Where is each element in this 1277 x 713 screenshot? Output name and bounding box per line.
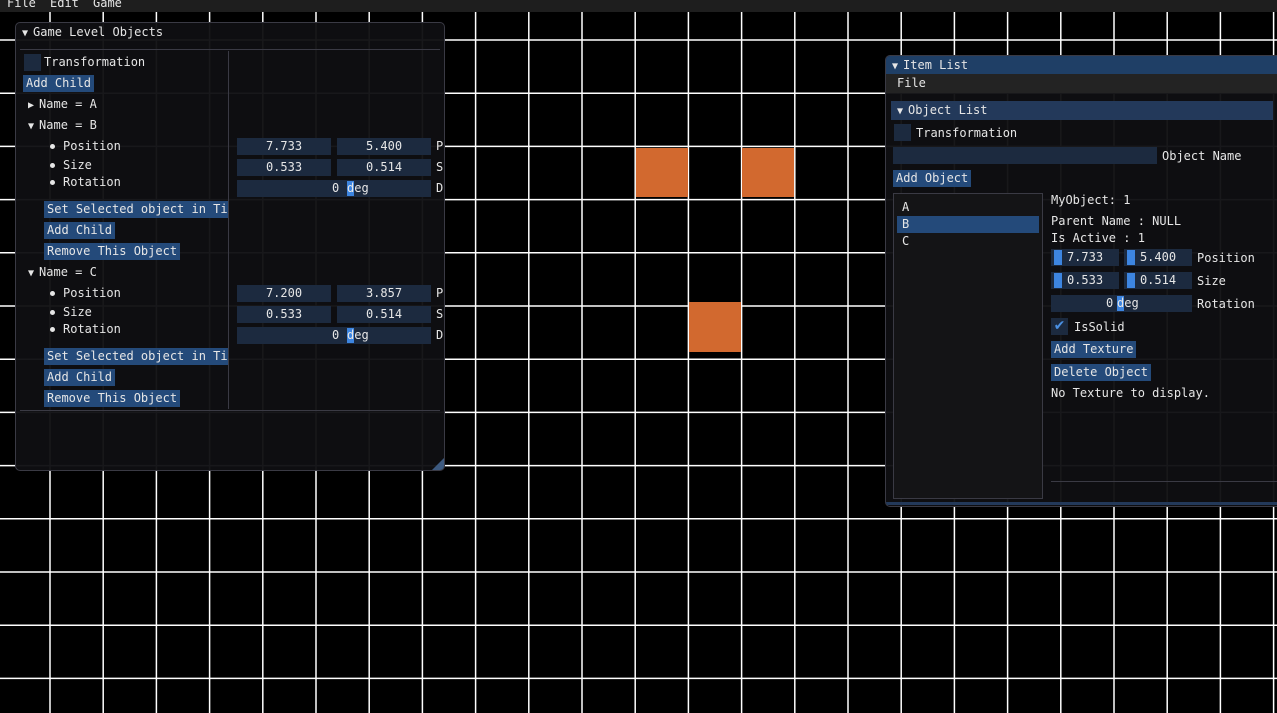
bullet-icon (50, 327, 55, 332)
my-object-text: MyObject: 1 (1051, 193, 1131, 207)
transformation-label: Transformation (44, 55, 146, 69)
position-x-input[interactable]: 7.200 (237, 285, 331, 302)
collapse-triangle-icon: ▼ (28, 268, 35, 279)
list-item[interactable]: C (902, 234, 909, 248)
window-title: Game Level Objects (33, 25, 164, 39)
tree-node-a[interactable]: ▶ Name = A (28, 97, 97, 111)
item-list-window[interactable]: ▼ Item List File ▼ Object List Transformat… (885, 55, 1277, 507)
set-selected-object-button[interactable]: Set Selected object in Til (44, 348, 228, 365)
position-y-drag[interactable]: 5.400 (1124, 249, 1192, 266)
transformation-label: Transformation (916, 126, 1018, 140)
bullet-icon (50, 291, 55, 296)
rotation-slider[interactable]: 0 deg (237, 327, 431, 344)
rotation-label: Rotation (50, 175, 121, 189)
menu-edit[interactable]: Edit (50, 0, 79, 10)
position-label: Position (50, 139, 121, 153)
object-name-input[interactable] (893, 147, 1157, 164)
list-item[interactable]: A (902, 200, 909, 214)
position-label: Position (1197, 251, 1255, 265)
add-child-button[interactable]: Add Child (44, 369, 116, 386)
rotation-slider[interactable]: 0 deg (1051, 295, 1192, 312)
tree-node-c[interactable]: ▼ Name = C (28, 265, 97, 279)
rotation-slider[interactable]: 0 deg (237, 180, 431, 197)
main-menu-bar: File Edit Game (0, 0, 1277, 12)
parent-name-text: Parent Name : NULL (1051, 214, 1182, 228)
is-active-text: Is Active : 1 (1051, 231, 1145, 245)
size-suffix: S (436, 307, 444, 321)
add-child-button[interactable]: Add Child (44, 222, 116, 239)
size-suffix: S (436, 160, 444, 174)
window-title-bar[interactable]: ▼ Game Level Objects (16, 23, 444, 42)
position-label: Position (50, 286, 121, 300)
collapse-triangle-icon: ▼ (897, 106, 904, 117)
position-x-drag[interactable]: 7.733 (1051, 249, 1119, 266)
collapse-triangle-icon[interactable]: ▼ (892, 61, 898, 72)
expand-triangle-icon: ▶ (28, 100, 35, 111)
list-item[interactable]: B (902, 217, 909, 231)
bullet-icon (50, 180, 55, 185)
object-name-label: Object Name (1162, 149, 1242, 163)
remove-object-button[interactable]: Remove This Object (44, 390, 181, 407)
add-object-button[interactable]: Add Object (893, 170, 972, 187)
resize-grip-icon[interactable] (432, 458, 444, 470)
is-solid-label: IsSolid (1074, 320, 1125, 334)
size-label: Size (50, 158, 92, 172)
tile-object-c[interactable] (689, 302, 741, 352)
object-list-header[interactable]: ▼ Object List (891, 101, 1273, 120)
delete-object-button[interactable]: Delete Object (1051, 364, 1151, 381)
drag-grab (1127, 250, 1135, 265)
transformation-checkbox[interactable] (894, 124, 911, 141)
transformation-checkbox[interactable] (24, 54, 41, 71)
window-title: Item List (903, 58, 969, 72)
drag-grab (1054, 250, 1062, 265)
menu-game[interactable]: Game (93, 0, 122, 10)
window-title-bar[interactable]: ▼ Item List (886, 56, 1277, 75)
bullet-icon (50, 163, 55, 168)
rotation-suffix: D (436, 181, 444, 195)
window-bottom-border (886, 502, 1277, 505)
size-y-input[interactable]: 0.514 (337, 159, 431, 176)
rotation-label: Rotation (1197, 297, 1255, 311)
tile-object-b[interactable] (636, 148, 688, 197)
window-menu-bar (886, 74, 1277, 93)
size-y-input[interactable]: 0.514 (337, 306, 431, 323)
game-level-objects-window[interactable]: ▼ Game Level Objects Transformation Add C… (15, 22, 445, 471)
remove-object-button[interactable]: Remove This Object (44, 243, 181, 260)
position-x-input[interactable]: 7.733 (237, 138, 331, 155)
checkmark-icon: ✔ (1053, 318, 1066, 334)
object-listbox[interactable]: A B C (893, 193, 1043, 499)
tile-object-a[interactable] (742, 148, 794, 197)
column-divider (228, 51, 229, 409)
collapse-triangle-icon: ▼ (28, 121, 35, 132)
position-suffix: P (436, 139, 444, 153)
set-selected-object-button[interactable]: Set Selected object in Til (44, 201, 228, 218)
size-label: Size (1197, 274, 1226, 288)
size-x-input[interactable]: 0.533 (237, 306, 331, 323)
divider (1051, 481, 1277, 482)
menu-file[interactable]: File (7, 0, 36, 10)
position-y-input[interactable]: 3.857 (337, 285, 431, 302)
size-x-input[interactable]: 0.533 (237, 159, 331, 176)
add-child-button[interactable]: Add Child (23, 75, 95, 92)
drag-grab (1054, 273, 1062, 288)
rotation-suffix: D (436, 328, 444, 342)
list-selection-highlight (897, 216, 1039, 233)
menu-file[interactable]: File (897, 76, 926, 90)
position-y-input[interactable]: 5.400 (337, 138, 431, 155)
rotation-label: Rotation (50, 322, 121, 336)
drag-grab (1127, 273, 1135, 288)
position-suffix: P (436, 286, 444, 300)
bullet-icon (50, 144, 55, 149)
no-texture-text: No Texture to display. (1051, 386, 1210, 400)
bullet-icon (50, 310, 55, 315)
collapse-triangle-icon[interactable]: ▼ (22, 28, 28, 39)
tree-node-b[interactable]: ▼ Name = B (28, 118, 97, 132)
divider (20, 49, 440, 50)
add-texture-button[interactable]: Add Texture (1051, 341, 1137, 358)
size-label: Size (50, 305, 92, 319)
divider (20, 410, 440, 411)
size-y-drag[interactable]: 0.514 (1124, 272, 1192, 289)
size-x-drag[interactable]: 0.533 (1051, 272, 1119, 289)
is-solid-checkbox[interactable]: ✔ (1051, 318, 1068, 335)
